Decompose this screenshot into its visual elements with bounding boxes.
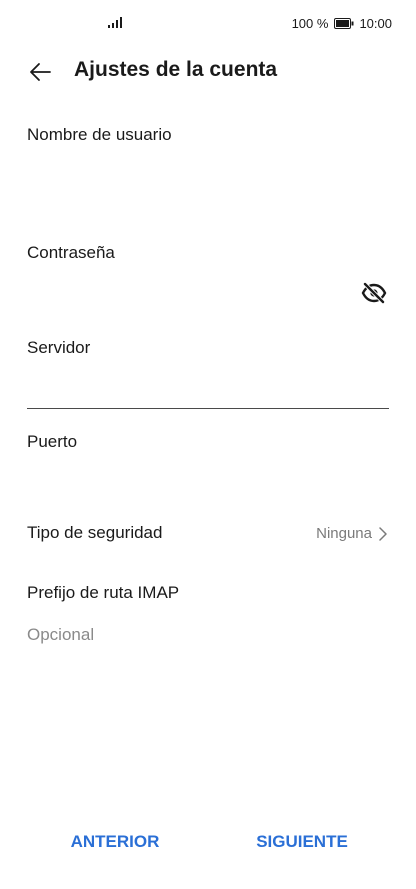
- next-button[interactable]: SIGUIENTE: [244, 822, 360, 862]
- status-bar: 100 % 10:00: [0, 0, 416, 46]
- security-type-row[interactable]: Tipo de seguridad Ninguna: [0, 514, 416, 554]
- imap-prefix-label: Prefijo de ruta IMAP: [27, 583, 180, 602]
- username-input[interactable]: [27, 160, 389, 196]
- signal-icon: [108, 17, 122, 28]
- account-settings-screen: 100 % 10:00 Ajustes de la cuenta Nombre …: [0, 0, 416, 889]
- imap-prefix-input[interactable]: [27, 618, 389, 652]
- previous-button[interactable]: ANTERIOR: [60, 822, 170, 862]
- page-title: Ajustes de la cuenta: [74, 58, 278, 81]
- chevron-right-icon: [379, 527, 387, 541]
- server-label: Servidor: [27, 338, 91, 357]
- password-label: Contraseña: [27, 243, 115, 262]
- server-input[interactable]: [27, 372, 389, 409]
- username-label: Nombre de usuario: [27, 125, 172, 144]
- battery-icon: [334, 18, 354, 29]
- status-right: 100 % 10:00: [292, 16, 392, 31]
- security-type-value: Ninguna: [316, 525, 372, 542]
- password-visibility-toggle[interactable]: [360, 280, 388, 306]
- arrow-left-icon: [30, 63, 51, 81]
- app-header: Ajustes de la cuenta: [0, 52, 416, 92]
- password-input[interactable]: [27, 276, 352, 312]
- eye-off-icon: [361, 282, 387, 304]
- back-button[interactable]: [26, 58, 54, 86]
- port-label: Puerto: [27, 432, 78, 451]
- status-time: 10:00: [359, 16, 392, 31]
- battery-percent: 100 %: [291, 16, 329, 31]
- security-type-label: Tipo de seguridad: [27, 523, 163, 542]
- port-input[interactable]: [27, 466, 389, 502]
